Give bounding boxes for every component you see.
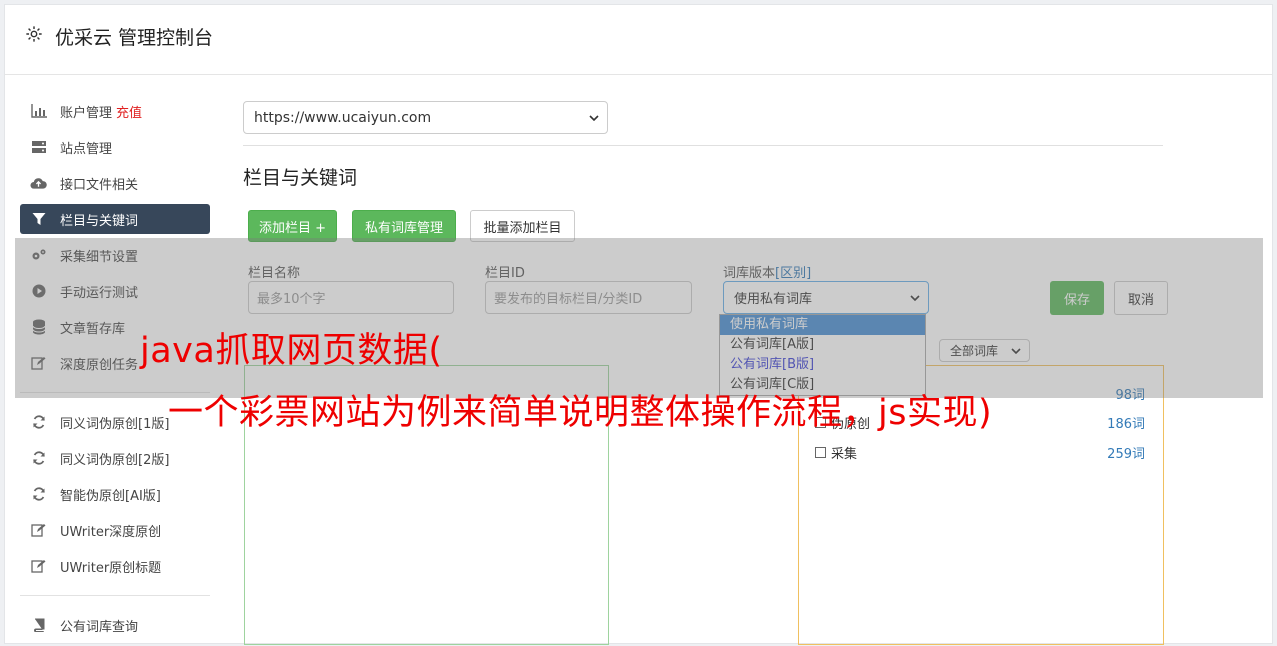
edit-icon: [30, 558, 47, 575]
sidebar-item-synonym-v2[interactable]: 同义词伪原创[2版]: [20, 443, 210, 473]
sidebar-item-label: UWriter原创标题: [60, 560, 162, 576]
caption-line-2: 一个彩票网站为例来简单说明整体操作流程，js实现): [168, 393, 993, 433]
list-item[interactable]: 采集 259词: [815, 443, 1145, 462]
sidebar-item-ai-original[interactable]: 智能伪原创[AI版]: [20, 479, 210, 509]
word-count: 259词: [1107, 447, 1145, 462]
bar-chart-icon: [30, 103, 47, 120]
chevron-down-icon: [589, 114, 599, 121]
sidebar-item-label: 同义词伪原创[1版]: [60, 416, 170, 432]
gray-overlay-band: [15, 238, 1263, 398]
sidebar-item-label: 栏目与关键词: [60, 213, 139, 229]
header: 优采云 管理控制台: [5, 5, 1272, 75]
recharge-link[interactable]: 充值: [116, 102, 142, 121]
sidebar-item-account[interactable]: 账户管理 充值: [20, 96, 210, 126]
sidebar-item-sites[interactable]: 站点管理: [20, 132, 210, 162]
sidebar-item-label: 公有词库查询: [60, 619, 139, 635]
server-icon: [30, 139, 47, 156]
caption-line-1: java抓取网页数据(: [140, 331, 443, 371]
sidebar-item-label: 同义词伪原创[2版]: [60, 452, 170, 468]
cloud-upload-icon: [30, 175, 47, 192]
sidebar-item-label: UWriter深度原创: [60, 524, 162, 540]
sidebar-item-label: 接口文件相关: [60, 177, 139, 193]
sidebar-item-interface[interactable]: 接口文件相关: [20, 168, 210, 198]
edit-icon: [30, 522, 47, 539]
word-count: 186词: [1107, 417, 1145, 432]
section-title: 栏目与关键词: [243, 167, 358, 189]
gear-icon: [26, 26, 42, 42]
book-icon: [30, 617, 47, 634]
sidebar-item-label: 站点管理: [60, 141, 113, 157]
sidebar-item-label: 账户管理: [60, 105, 113, 121]
refresh-icon: [30, 450, 47, 467]
lib-name: 采集: [831, 447, 858, 462]
page-title: 优采云 管理控制台: [55, 27, 214, 49]
refresh-icon: [30, 414, 47, 431]
refresh-icon: [30, 486, 47, 503]
sidebar-divider: [20, 595, 210, 596]
sidebar-item-columns[interactable]: 栏目与关键词: [20, 204, 210, 234]
sidebar-item-uwriter-title[interactable]: UWriter原创标题: [20, 551, 210, 581]
site-select-value: https://www.ucaiyun.com: [254, 109, 432, 126]
sidebar-item-uwriter-deep[interactable]: UWriter深度原创: [20, 515, 210, 545]
site-select[interactable]: https://www.ucaiyun.com: [243, 101, 608, 134]
divider: [243, 145, 1163, 146]
sidebar-item-label: 智能伪原创[AI版]: [60, 488, 161, 504]
filter-icon: [30, 211, 47, 228]
checkbox[interactable]: [815, 447, 826, 458]
